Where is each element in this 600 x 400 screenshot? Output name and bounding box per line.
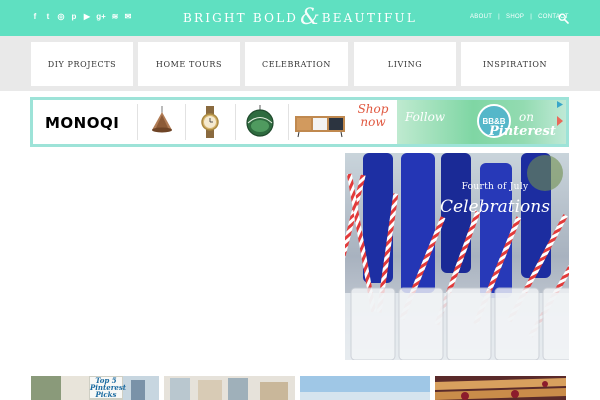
thumbnail-top-5-pinterest[interactable]: Top 5 Pinterest Picks (31, 376, 159, 400)
top-nav: ABOUT | SHOP | CONTACT (470, 14, 569, 20)
ad-product-chair[interactable] (235, 104, 283, 140)
ad-product-sideboard[interactable] (288, 104, 350, 140)
hero-subtitle: Celebrations (440, 197, 550, 217)
site-logo[interactable]: BRIGHT BOLD & BEAUTIFUL (180, 6, 420, 30)
twitter-icon[interactable]: t (44, 12, 52, 22)
monoqi-logo: MONOQI (45, 114, 120, 132)
shop-now-text[interactable]: Shop now (351, 103, 395, 129)
ad-product-watch[interactable] (185, 104, 233, 140)
nav-item-diy-projects[interactable]: DIY PROJECTS (31, 42, 133, 86)
category-nav: DIY PROJECTS HOME TOURS CELEBRATION LIVI… (0, 36, 600, 91)
search-icon[interactable] (558, 13, 569, 24)
instagram-icon[interactable]: ◎ (57, 12, 65, 22)
shop-link[interactable]: SHOP (506, 14, 524, 20)
nav-separator: | (530, 14, 533, 20)
hero-image-fourth-of-july[interactable]: Fourth of July Celebrations (345, 153, 569, 360)
monoqi-ad[interactable]: MONOQI Shop now (33, 100, 397, 144)
thumbnail-interior[interactable] (164, 376, 295, 400)
nav-item-inspiration[interactable]: INSPIRATION (461, 42, 569, 86)
thumbnail-sky[interactable] (300, 376, 430, 400)
hero-title: Fourth of July (461, 182, 529, 192)
nav-item-celebration[interactable]: CELEBRATION (245, 42, 348, 86)
follow-text: Follow (405, 110, 446, 124)
google-plus-icon[interactable]: g+ (96, 12, 106, 22)
sideboard-image (295, 116, 345, 138)
thumbnail-label: Top 5 Pinterest Picks (90, 376, 127, 399)
about-link[interactable]: ABOUT (470, 14, 492, 20)
watch-image (201, 106, 219, 138)
email-icon[interactable]: ✉ (124, 12, 132, 22)
nav-separator: | (498, 14, 501, 20)
facebook-icon[interactable]: f (31, 12, 39, 22)
ad-product-lamp[interactable] (137, 104, 185, 140)
ad-banner[interactable]: MONOQI Shop now Follow BB&B on Pinterest (30, 97, 569, 147)
pinterest-follow-ad[interactable]: Follow BB&B on Pinterest (397, 100, 566, 144)
thumbnail-image (435, 376, 566, 400)
thumbnail-image (300, 376, 430, 400)
youtube-icon[interactable]: ▶ (83, 12, 91, 22)
social-icons: f t ◎ p ▶ g+ ≋ ✉ (31, 12, 132, 22)
logo-text-right: BEAUTIFUL (321, 11, 418, 25)
arrow-icon (557, 116, 563, 126)
chair-image (246, 105, 274, 137)
logo-text-left: BRIGHT BOLD (182, 11, 299, 25)
rss-icon[interactable]: ≋ (111, 12, 119, 22)
pinterest-icon[interactable]: p (70, 12, 78, 22)
pinterest-text: Pinterest (489, 124, 556, 139)
nav-item-living[interactable]: LIVING (354, 42, 456, 86)
nav-item-home-tours[interactable]: HOME TOURS (138, 42, 240, 86)
site-header: f t ◎ p ▶ g+ ≋ ✉ BRIGHT BOLD & BEAUTIFUL… (0, 0, 600, 36)
lamp-image (152, 106, 172, 133)
ad-choices-icon[interactable] (556, 101, 563, 108)
thumbnail-image (164, 376, 295, 400)
on-text: on (519, 110, 534, 124)
thumbnail-pie[interactable] (435, 376, 566, 400)
logo-ampersand: & (300, 5, 320, 30)
